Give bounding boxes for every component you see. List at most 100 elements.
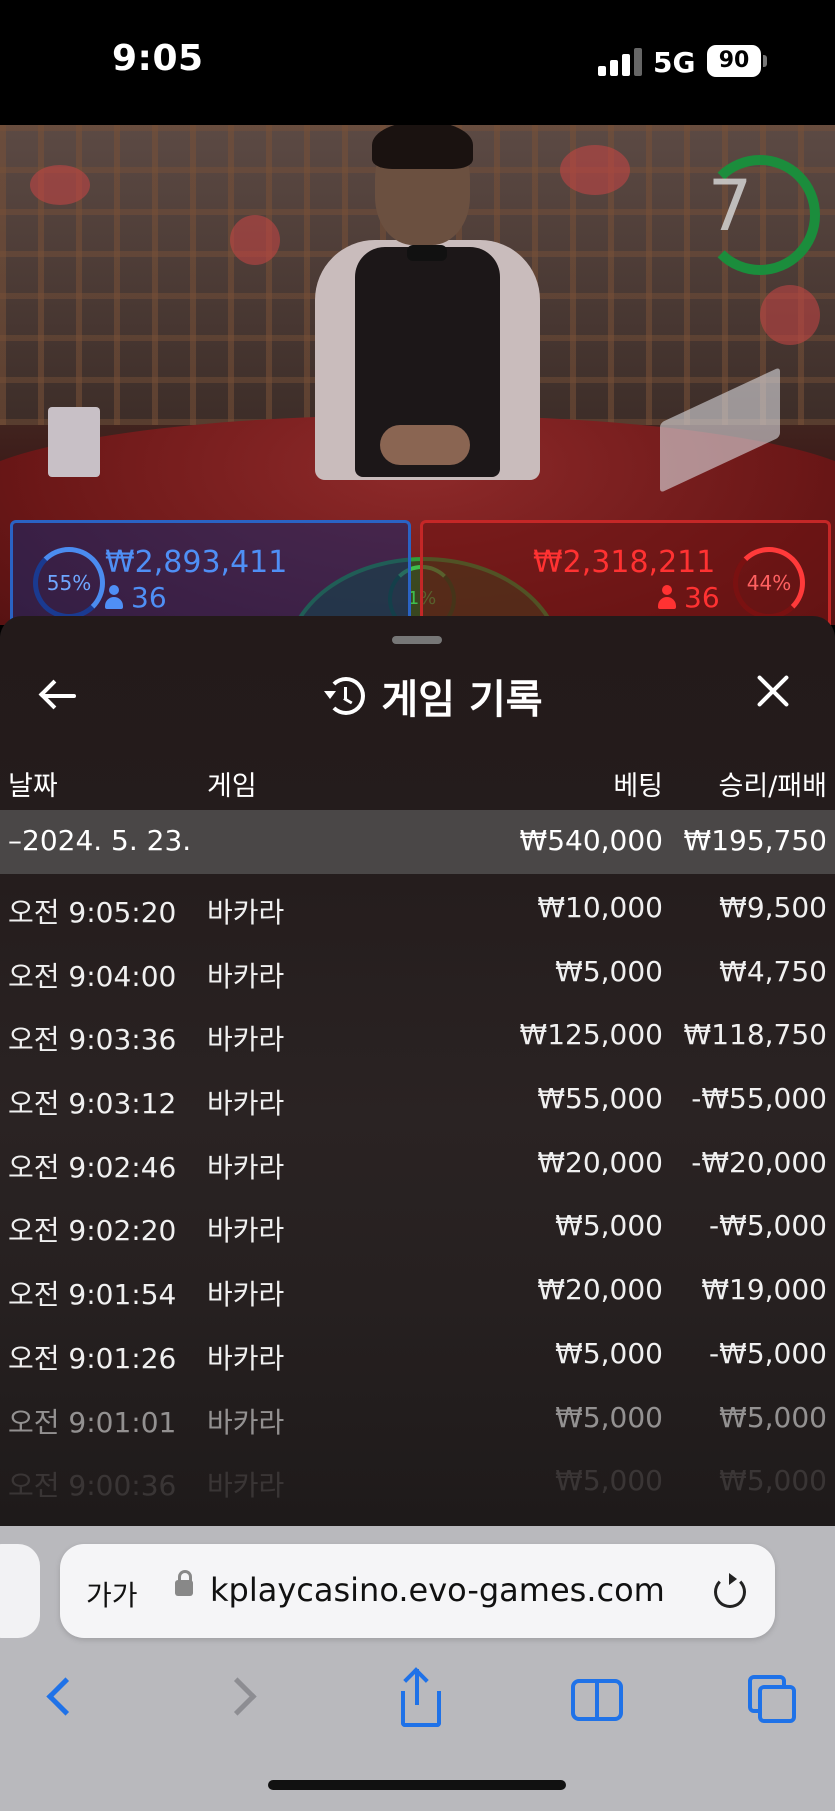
drag-handle[interactable] [392, 636, 442, 644]
column-game: 게임 [207, 771, 257, 802]
network-label: 5G [653, 46, 696, 79]
home-indicator[interactable] [268, 1780, 566, 1790]
countdown-number: 7 [707, 165, 753, 247]
game-history-sheet: 게임 기록 날짜 게임 베팅 승리/패배 –2024. 5. 23. ₩540,… [0, 616, 835, 1526]
battery-icon: 90 [707, 45, 761, 77]
day-summary-row[interactable]: –2024. 5. 23. ₩540,000 ₩195,750 [0, 810, 835, 874]
player-count: 36 [105, 581, 167, 614]
reload-icon[interactable] [714, 1573, 746, 1608]
bookmarks-button[interactable] [565, 1669, 625, 1729]
blossom-decoration [760, 285, 820, 345]
row-win-loss: -₩20,000 [691, 1145, 827, 1179]
player-count-value: 36 [131, 581, 167, 614]
blossom-decoration [560, 145, 630, 195]
row-time: 오전 9:03:36 [8, 1023, 177, 1057]
row-bet: ₩20,000 [537, 1273, 663, 1307]
column-date: 날짜 [8, 771, 58, 802]
signal-icon [598, 48, 642, 76]
row-bet: ₩55,000 [537, 1082, 663, 1116]
day-bet-total: ₩540,000 [519, 824, 663, 857]
row-win-loss: -₩5,000 [709, 1209, 827, 1243]
forward-nav-button[interactable] [212, 1669, 272, 1729]
lock-icon [175, 1570, 193, 1596]
row-time: 오전 9:01:01 [8, 1405, 177, 1439]
tabs-button[interactable] [742, 1669, 802, 1729]
row-bet: ₩5,000 [555, 954, 663, 988]
banker-count: 36 [658, 581, 720, 614]
address-bar[interactable]: 가가 kplaycasino.evo-games.com [60, 1544, 775, 1638]
browser-toolbar: 가가 kplaycasino.evo-games.com [0, 1526, 835, 1811]
battery-tip [763, 55, 767, 67]
blossom-decoration [230, 215, 280, 265]
sheet-title-text: 게임 기록 [381, 677, 543, 723]
row-bet: ₩5,000 [555, 1400, 663, 1434]
day-date: –2024. 5. 23. [8, 824, 192, 857]
row-time: 오전 9:04:00 [8, 959, 177, 993]
table-row[interactable]: 오전 9:02:20 바카라 ₩5,000 -₩5,000 [0, 1192, 835, 1256]
row-game: 바카라 [207, 959, 285, 993]
row-bet: ₩5,000 [555, 1336, 663, 1370]
banker-bet-area[interactable]: ₩2,318,211 36 44% [420, 520, 831, 625]
table-row[interactable]: 오전 9:01:54 바카라 ₩20,000 ₩19,000 [0, 1256, 835, 1320]
row-win-loss: ₩19,000 [701, 1273, 827, 1307]
banker-bet-amount: ₩2,318,211 [533, 545, 716, 580]
sheet-title: 게임 기록 [300, 656, 570, 736]
status-time: 9:05 [112, 38, 204, 79]
table-row[interactable]: 오전 9:04:00 바카라 ₩5,000 ₩4,750 [0, 938, 835, 1002]
back-button[interactable] [30, 666, 90, 726]
row-time: 오전 9:00:36 [8, 1469, 177, 1503]
history-rows: 오전 9:05:20 바카라 ₩10,000 ₩9,500 오전 9:04:00… [0, 874, 835, 1511]
back-arrow-head [38, 679, 69, 710]
table-row[interactable]: 오전 9:01:26 바카라 ₩5,000 -₩5,000 [0, 1320, 835, 1384]
row-game: 바카라 [207, 1150, 285, 1184]
row-bet: ₩10,000 [537, 891, 663, 924]
row-game: 바카라 [207, 1405, 285, 1439]
row-time: 오전 9:01:54 [8, 1278, 177, 1312]
row-bet: ₩20,000 [537, 1145, 663, 1179]
row-win-loss: ₩5,000 [719, 1464, 827, 1498]
player-percent: 55% [33, 547, 105, 619]
blossom-decoration [30, 165, 90, 205]
player-bet-amount: ₩2,893,411 [105, 545, 288, 580]
day-win-loss-total: ₩195,750 [683, 824, 827, 857]
person-icon [658, 585, 676, 609]
row-win-loss: ₩118,750 [683, 1018, 827, 1052]
row-game: 바카라 [207, 1341, 285, 1375]
dealer-bowtie [407, 245, 447, 261]
table-row[interactable]: 오전 9:02:46 바카라 ₩20,000 -₩20,000 [0, 1129, 835, 1193]
table-row[interactable]: 오전 9:05:20 바카라 ₩10,000 ₩9,500 [0, 874, 835, 938]
table-row[interactable]: 오전 9:00:36 바카라 ₩5,000 ₩5,000 [0, 1447, 835, 1511]
row-time: 오전 9:03:12 [8, 1087, 177, 1121]
previous-tab-peek[interactable] [0, 1544, 40, 1638]
person-icon [105, 585, 123, 609]
row-game: 바카라 [207, 1087, 285, 1121]
row-win-loss: ₩9,500 [719, 891, 827, 924]
table-row[interactable]: 오전 9:03:12 바카라 ₩55,000 -₩55,000 [0, 1065, 835, 1129]
live-video[interactable]: PLAYER BANKER 7 1% 55% ₩2,893,411 36 ₩2,… [0, 125, 835, 625]
row-bet: ₩125,000 [519, 1018, 663, 1052]
row-time: 오전 9:05:20 [8, 896, 177, 929]
column-bet: 베팅 [613, 771, 663, 802]
row-time: 오전 9:02:20 [8, 1214, 177, 1248]
banker-count-value: 36 [684, 581, 720, 614]
status-bar: 9:05 5G 90 [0, 0, 835, 125]
row-game: 바카라 [207, 1278, 285, 1312]
row-game: 바카라 [207, 896, 285, 929]
row-win-loss: -₩5,000 [709, 1336, 827, 1370]
table-row[interactable]: 오전 9:01:01 바카라 ₩5,000 ₩5,000 [0, 1384, 835, 1448]
table-row[interactable]: 오전 9:03:36 바카라 ₩125,000 ₩118,750 [0, 1001, 835, 1065]
row-time: 오전 9:01:26 [8, 1341, 177, 1375]
row-game: 바카라 [207, 1023, 285, 1057]
text-size-button[interactable]: 가가 [86, 1574, 138, 1614]
share-button[interactable] [389, 1667, 449, 1729]
close-button[interactable] [748, 666, 798, 716]
history-table-header: 날짜 게임 베팅 승리/패배 [0, 756, 835, 806]
back-nav-button[interactable] [32, 1669, 92, 1729]
column-win-loss: 승리/패배 [718, 771, 827, 802]
url-text[interactable]: kplaycasino.evo-games.com [210, 1571, 665, 1609]
row-win-loss: ₩5,000 [719, 1400, 827, 1434]
history-icon [324, 677, 366, 715]
player-bet-area[interactable]: 55% ₩2,893,411 36 [10, 520, 411, 625]
row-game: 바카라 [207, 1214, 285, 1248]
row-win-loss: ₩4,750 [719, 954, 827, 988]
